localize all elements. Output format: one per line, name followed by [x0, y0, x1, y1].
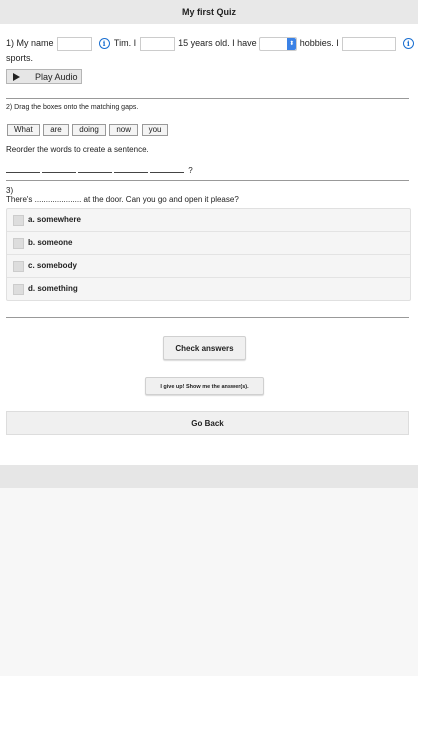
- drop-gap[interactable]: [6, 162, 40, 173]
- option-d[interactable]: d. something: [7, 277, 410, 300]
- sentence-end-mark: ?: [188, 166, 193, 175]
- play-audio-label: Play Audio: [35, 72, 78, 82]
- drag-word-box[interactable]: you: [141, 124, 169, 136]
- give-up-button[interactable]: I give up! Show me the answer(s).: [145, 377, 264, 395]
- play-icon: [13, 73, 20, 81]
- option-c[interactable]: c. somebody: [7, 254, 410, 277]
- q2-instruction: Reorder the words to create a sentence.: [6, 145, 149, 154]
- q1-text-3: 15 years old. I have: [178, 38, 257, 48]
- drop-gap[interactable]: [78, 162, 112, 173]
- checkbox[interactable]: [13, 238, 24, 249]
- quiz-title: My first Quiz: [181, 7, 236, 17]
- question-1: 1) My name i Tim. I 15 years old. I have…: [6, 36, 416, 65]
- footer-bar: [0, 465, 418, 488]
- info-icon[interactable]: i: [402, 38, 414, 50]
- age-gap-input[interactable]: [139, 36, 175, 51]
- divider: [6, 98, 409, 99]
- go-back-button[interactable]: Go Back: [6, 411, 409, 435]
- option-label: b. someone: [28, 238, 73, 247]
- q1-text-1: My name: [16, 38, 54, 48]
- sports-gap-input[interactable]: [342, 36, 397, 51]
- q1-text-4: hobbies. I: [299, 38, 339, 48]
- select-arrows-icon: ⬍: [287, 37, 297, 50]
- play-audio-button[interactable]: Play Audio: [6, 69, 82, 84]
- name-gap-input[interactable]: [57, 36, 93, 51]
- footer-panel: [0, 488, 418, 676]
- q1-number: 1): [6, 38, 15, 48]
- divider: [6, 180, 409, 181]
- drag-word-bank: What are doing now you: [7, 124, 169, 136]
- q3-prompt: There's ..................... at the doo…: [6, 195, 239, 204]
- q1-text-2: Tim. I: [113, 38, 137, 48]
- checkbox[interactable]: [13, 284, 24, 295]
- option-b[interactable]: b. someone: [7, 231, 410, 254]
- checkbox[interactable]: [13, 261, 24, 272]
- option-label: d. something: [28, 284, 78, 293]
- drag-word-box[interactable]: doing: [72, 124, 106, 136]
- info-icon[interactable]: i: [98, 38, 110, 50]
- q2-title: 2) Drag the boxes onto the matching gaps…: [6, 104, 139, 111]
- checkbox[interactable]: [13, 215, 24, 226]
- drag-word-box[interactable]: are: [43, 124, 69, 136]
- q3-options: a. somewhere b. someone c. somebody d. s…: [6, 208, 411, 301]
- option-a[interactable]: a. somewhere: [7, 209, 410, 231]
- option-label: a. somewhere: [28, 215, 81, 224]
- divider: [6, 317, 409, 318]
- q3-number: 3): [6, 186, 14, 195]
- question-3: 3) There's ..................... at the …: [6, 186, 239, 204]
- drag-word-box[interactable]: What: [7, 124, 40, 136]
- drop-gap[interactable]: [114, 162, 148, 173]
- drag-word-box[interactable]: now: [109, 124, 139, 136]
- option-label: c. somebody: [28, 261, 77, 270]
- drop-gaps: ?: [6, 162, 193, 175]
- drop-gap[interactable]: [42, 162, 76, 173]
- quiz-header: My first Quiz: [0, 0, 418, 24]
- drop-gap[interactable]: [150, 162, 184, 173]
- check-answers-button[interactable]: Check answers: [163, 336, 246, 360]
- q1-text-5: sports.: [6, 52, 34, 63]
- hobbies-select[interactable]: ⬍: [259, 36, 298, 51]
